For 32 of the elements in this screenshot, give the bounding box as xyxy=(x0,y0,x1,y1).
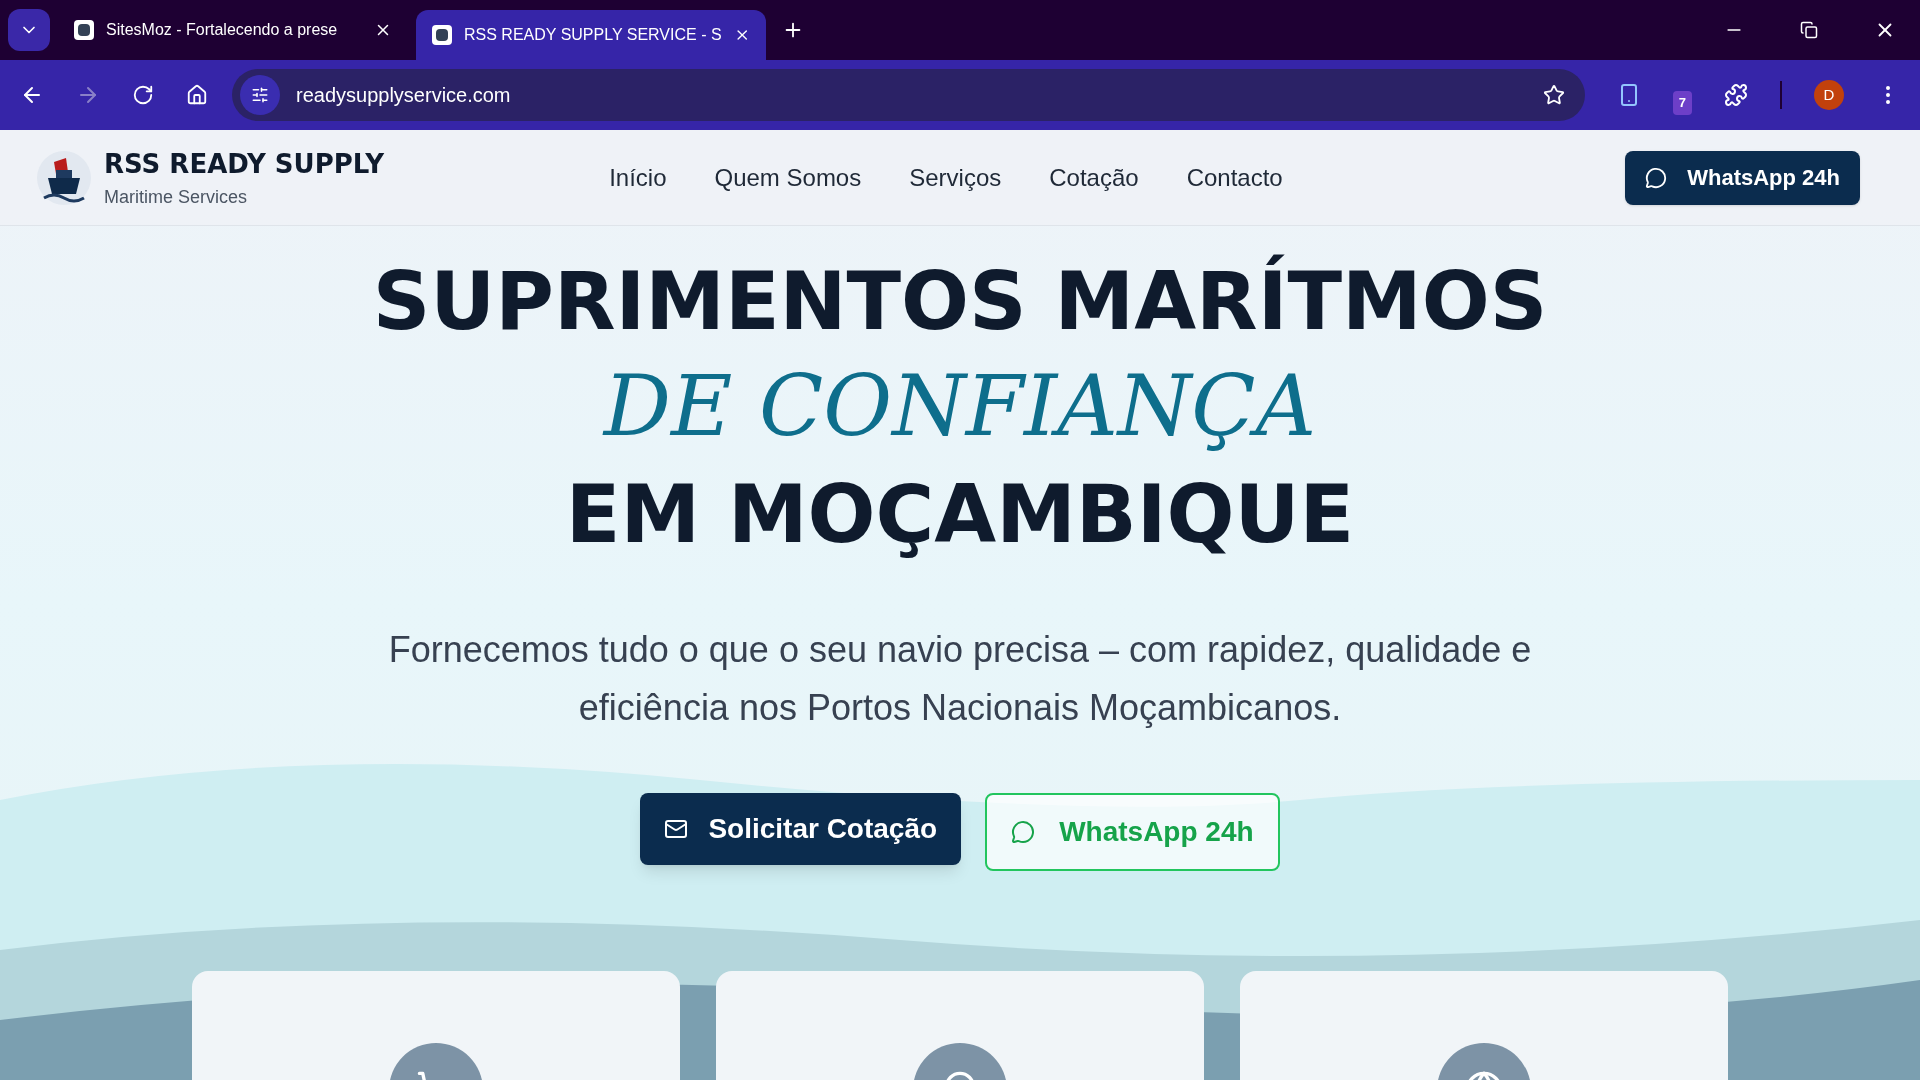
chat-icon xyxy=(1645,166,1668,189)
nav-link[interactable]: Início xyxy=(609,159,667,196)
restore-icon[interactable] xyxy=(1800,21,1818,39)
hero-script-title: DE CONFIANÇA xyxy=(603,356,1317,457)
bookmark-star-icon[interactable] xyxy=(1542,84,1565,106)
chat-icon xyxy=(1011,819,1036,844)
site-settings-icon[interactable] xyxy=(240,75,280,115)
hero-title: SUPRIMENTOS MARÍTMOS xyxy=(372,254,1548,350)
reload-icon[interactable] xyxy=(132,84,154,106)
browser-tab[interactable]: RSS READY SUPPLY SERVICE - S xyxy=(416,10,766,60)
nav-link[interactable]: Cotação xyxy=(1049,159,1139,196)
tab-search-button[interactable] xyxy=(8,9,50,51)
brand-tagline: Maritime Services xyxy=(104,185,249,209)
whatsapp-button[interactable]: WhatsApp 24h xyxy=(1625,150,1860,205)
nav-link[interactable]: Quem Somos xyxy=(714,159,862,196)
address-bar[interactable]: readysupplyservice.com xyxy=(232,69,1585,121)
profile-avatar[interactable]: D xyxy=(1814,80,1844,110)
extension-badge[interactable]: 7 xyxy=(1672,91,1692,115)
brand-name[interactable]: RSS READY SUPPLY xyxy=(104,144,385,184)
tab-title: RSS READY SUPPLY SERVICE - S xyxy=(464,25,722,45)
site-favicon-icon xyxy=(432,25,452,45)
quote-button[interactable]: Solicitar Cotação xyxy=(640,792,962,865)
home-icon[interactable] xyxy=(186,84,208,106)
browser-tab[interactable]: SitesMoz - Fortalecendo a prese xyxy=(58,9,408,51)
url-text: readysupplyservice.com xyxy=(296,83,512,108)
hero-title-bottom: EM MOÇAMBIQUE xyxy=(565,466,1355,563)
nav-link[interactable]: Contacto xyxy=(1186,159,1283,196)
tab-title: SitesMoz - Fortalecendo a prese xyxy=(106,20,339,40)
hero-subtitle: Fornecemos tudo o que o seu navio precisa – com rapidez, qualidade e eficiência nos Portos Nacionais Moçambicanos. xyxy=(387,627,1533,730)
site-favicon-icon xyxy=(74,20,94,40)
nav-link[interactable]: Serviços xyxy=(909,159,1002,196)
extensions-icon[interactable] xyxy=(1724,83,1748,107)
